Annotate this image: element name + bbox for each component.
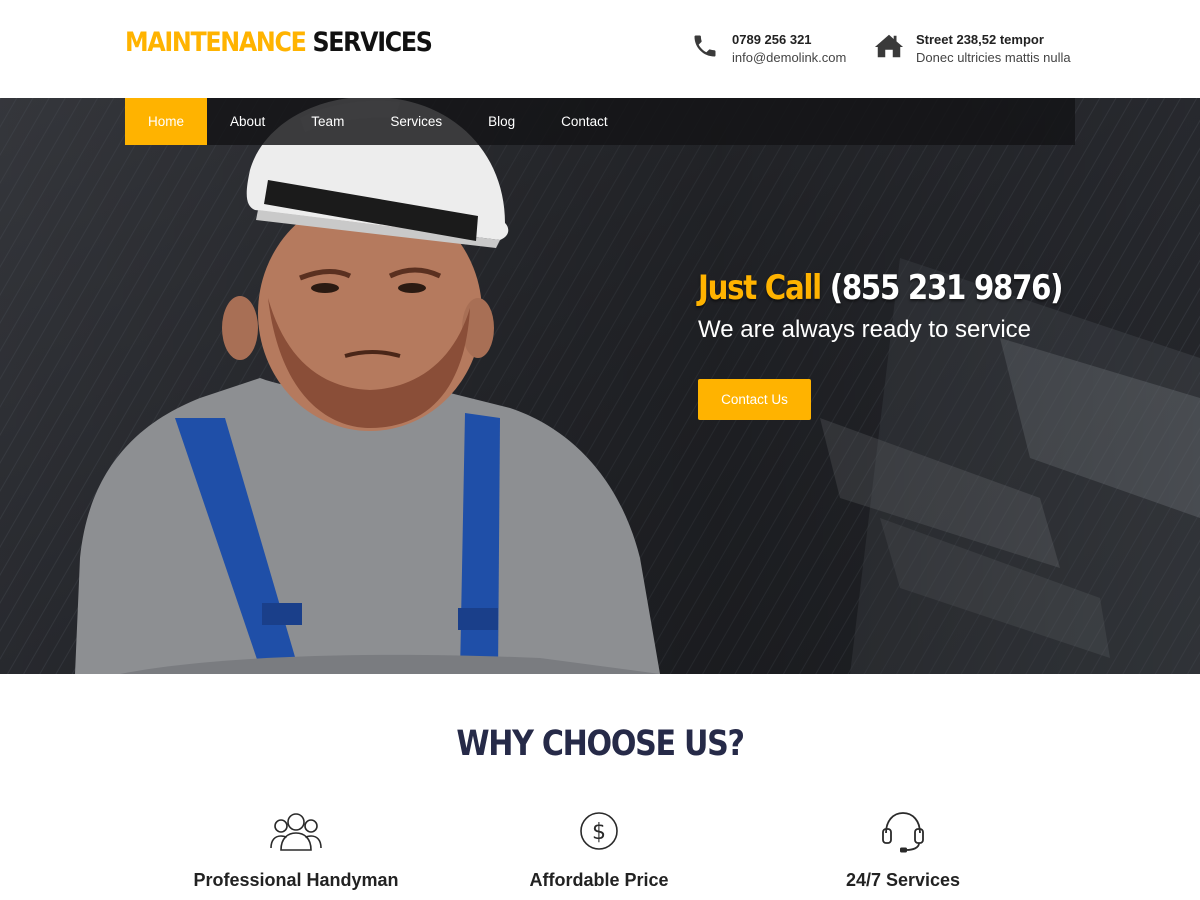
- nav-item-services[interactable]: Services: [367, 98, 465, 145]
- address-contact: Street 238,52 tempor Donec ultricies mat…: [874, 31, 1071, 67]
- feature-affordable-price: $ Affordable Price: [449, 808, 749, 891]
- site-header: MAINTENANCE SERVICES 0789 256 321 info@d…: [0, 0, 1200, 98]
- contact-us-button[interactable]: Contact Us: [698, 379, 811, 420]
- nav-item-team[interactable]: Team: [288, 98, 367, 145]
- hero-title-highlight: Just Call: [698, 268, 822, 308]
- hero-background-image: [0, 98, 1200, 674]
- phone-icon: [690, 31, 720, 61]
- feature-professional-handyman: Professional Handyman: [146, 808, 446, 891]
- nav-item-contact[interactable]: Contact: [538, 98, 631, 145]
- address-line-2: Donec ultricies mattis nulla: [916, 50, 1071, 65]
- headset-icon: [753, 808, 1053, 854]
- feature-label: Professional Handyman: [193, 870, 399, 890]
- dollar-icon: $: [449, 808, 749, 854]
- address-line-1: Street 238,52 tempor: [916, 32, 1044, 47]
- feature-label: Affordable Price: [529, 870, 669, 890]
- email-link[interactable]: info@demolink.com: [732, 49, 846, 67]
- hero-phone-number[interactable]: (855 231 9876): [830, 268, 1064, 308]
- nav-item-blog[interactable]: Blog: [465, 98, 538, 145]
- nav-item-home[interactable]: Home: [125, 98, 208, 145]
- svg-text:$: $: [592, 820, 606, 845]
- hero-title: Just Call (855 231 9876): [698, 268, 1064, 308]
- site-logo[interactable]: MAINTENANCE SERVICES: [125, 27, 433, 58]
- nav-item-about[interactable]: About: [207, 98, 288, 145]
- hero-banner: Home About Team Services Blog Contact Ju…: [0, 98, 1200, 674]
- logo-part-1: MAINTENANCE: [125, 27, 307, 58]
- why-choose-title: WHY CHOOSE US?: [456, 724, 745, 764]
- feature-label: 24/7 Services: [845, 870, 961, 890]
- hero-subtitle: We are always ready to service: [698, 316, 1032, 343]
- logo-part-2: SERVICES: [312, 27, 432, 58]
- users-icon: [146, 808, 446, 854]
- hero-text: Just Call (855 231 9876) We are always r…: [698, 268, 1122, 344]
- main-nav: Home About Team Services Blog Contact: [125, 98, 1075, 145]
- phone-number[interactable]: 0789 256 321: [732, 31, 846, 49]
- phone-contact: 0789 256 321 info@demolink.com: [690, 31, 846, 67]
- home-icon: [874, 31, 904, 61]
- feature-24-7-services: 24/7 Services: [753, 808, 1053, 891]
